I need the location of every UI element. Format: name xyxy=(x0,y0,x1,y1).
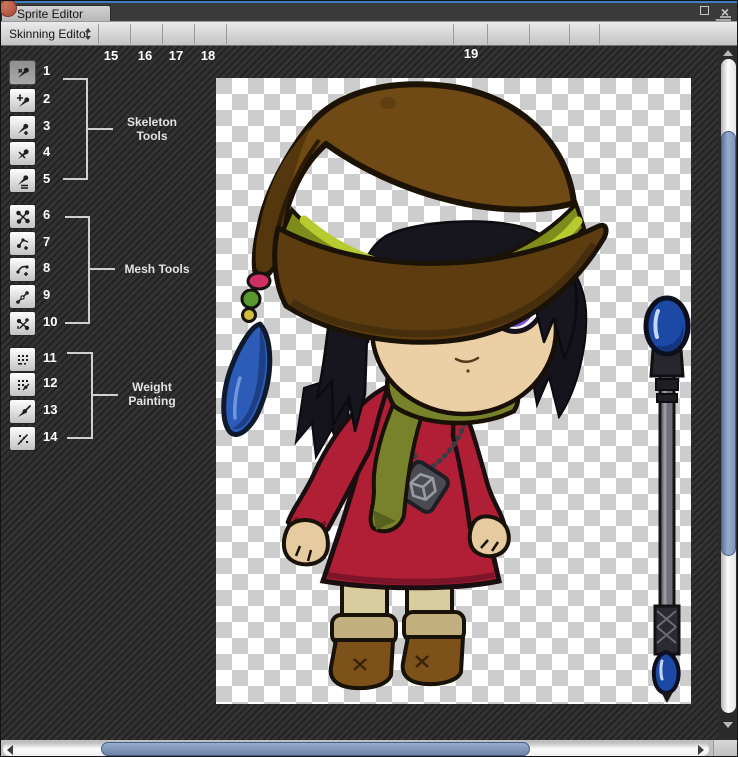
tool-number: 3 xyxy=(43,118,65,133)
sprite-canvas[interactable] xyxy=(216,78,691,704)
tool-number: 4 xyxy=(43,144,65,159)
tab-bar: Sprite Editor × xyxy=(1,1,738,21)
scrollbar-corner xyxy=(713,740,738,757)
toolbar-number: 19 xyxy=(460,46,482,61)
group-label-skeleton-tools: Skeleton Tools xyxy=(117,115,187,143)
tool-number: 7 xyxy=(43,234,65,249)
weight-slider-button[interactable] xyxy=(9,372,36,397)
tool-number: 14 xyxy=(43,429,65,444)
tool-number: 2 xyxy=(43,91,65,106)
reparent-bone-button[interactable] xyxy=(9,168,36,193)
create-bone-button[interactable] xyxy=(9,115,36,140)
edit-geometry-icon xyxy=(17,211,29,223)
tool-number: 10 xyxy=(43,314,65,329)
move-bone-icon xyxy=(17,94,29,107)
split-edge-button[interactable] xyxy=(9,284,36,309)
window-title: Sprite Editor xyxy=(17,7,83,21)
toolbar: Skinning Editor xyxy=(1,21,738,46)
reparent-bone-icon xyxy=(18,175,28,188)
toolbar-number: 18 xyxy=(197,48,219,63)
create-vertex-button[interactable] xyxy=(9,231,36,256)
vertical-scrollbar xyxy=(718,46,738,740)
tool-number: 9 xyxy=(43,287,65,302)
tool-number: 5 xyxy=(43,171,65,186)
auto-geometry-icon xyxy=(17,318,28,329)
group-label-mesh-tools: Mesh Tools xyxy=(117,262,197,276)
weight-brush-icon xyxy=(18,406,30,417)
sprite-editor-window: Sprite Editor × Skinning Editor xyxy=(0,0,738,757)
editor-viewport: 1 2 3 4 5 6 7 8 9 10 11 12 13 14 15 16 1… xyxy=(1,46,718,740)
edit-joints-icon xyxy=(18,67,29,77)
horizontal-scrollbar xyxy=(1,740,713,757)
tool-number: 8 xyxy=(43,260,65,275)
tool-number: 11 xyxy=(43,350,65,365)
split-edge-icon xyxy=(16,291,29,304)
tool-number: 13 xyxy=(43,402,65,417)
scroll-left-icon[interactable] xyxy=(7,745,13,755)
create-edge-icon xyxy=(16,265,28,276)
vertical-scroll-thumb[interactable] xyxy=(721,131,736,556)
tool-number: 12 xyxy=(43,375,65,390)
auto-weights-icon xyxy=(18,355,28,365)
create-vertex-icon xyxy=(17,238,28,250)
scroll-down-icon[interactable] xyxy=(723,722,733,728)
split-bone-button[interactable] xyxy=(9,141,36,166)
auto-geometry-button[interactable] xyxy=(9,311,36,336)
dropdown-arrows-icon xyxy=(85,28,92,40)
create-edge-button[interactable] xyxy=(9,257,36,282)
horizontal-scroll-thumb[interactable] xyxy=(101,742,530,756)
bone-influence-icon xyxy=(18,434,28,444)
edit-joints-button[interactable] xyxy=(9,60,36,85)
tool-number: 6 xyxy=(43,207,65,222)
split-bone-icon xyxy=(18,149,29,159)
scroll-right-icon[interactable] xyxy=(698,745,704,755)
edit-geometry-button[interactable] xyxy=(9,204,36,229)
toolbar-number: 15 xyxy=(100,48,122,63)
group-label-weight-painting: Weight Painting xyxy=(115,380,189,408)
weight-brush-button[interactable] xyxy=(9,399,36,424)
toolbar-number: 16 xyxy=(134,48,156,63)
tool-number: 1 xyxy=(43,63,65,78)
auto-weights-button[interactable] xyxy=(9,347,36,372)
toolbar-number: 17 xyxy=(165,48,187,63)
weight-slider-icon xyxy=(18,380,29,390)
create-bone-icon xyxy=(18,123,28,134)
bone-influence-button[interactable] xyxy=(9,426,36,451)
mode-dropdown[interactable]: Skinning Editor xyxy=(3,24,97,44)
move-bone-button[interactable] xyxy=(9,88,36,113)
scroll-up-icon[interactable] xyxy=(723,50,733,56)
maximize-icon[interactable] xyxy=(700,6,709,15)
